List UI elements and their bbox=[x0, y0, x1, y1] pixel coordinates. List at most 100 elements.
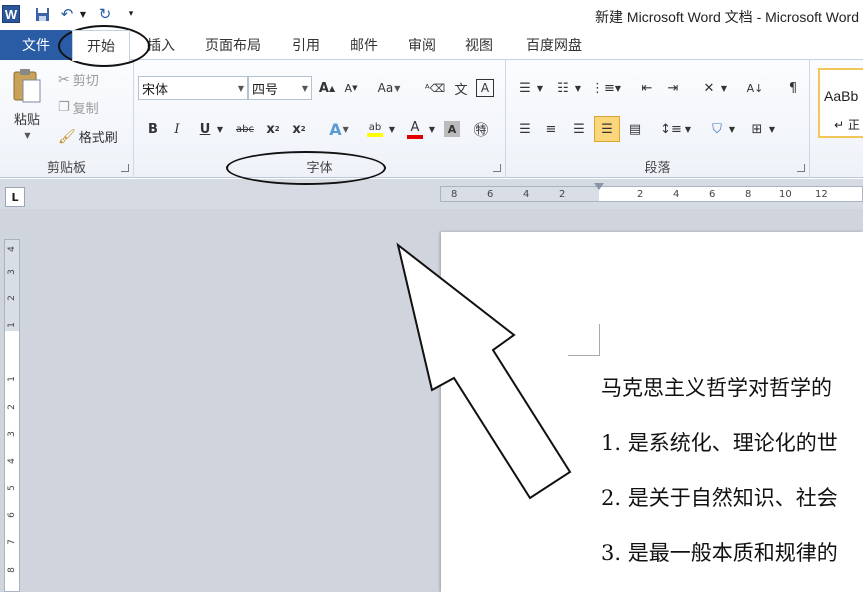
copy-button[interactable]: ❐ 复制 bbox=[58, 98, 99, 117]
font-color-dropdown-icon[interactable]: ▼ bbox=[426, 118, 438, 140]
font-launcher-icon[interactable] bbox=[493, 164, 501, 172]
clipboard-group: 粘贴 ▼ ✂ 剪切 ❐ 复制 🖌 格式刷 剪贴板 bbox=[0, 60, 134, 178]
align-left-icon[interactable]: ☰ bbox=[514, 118, 536, 140]
paste-dropdown-icon[interactable]: ▼ bbox=[24, 131, 30, 140]
numbering-dropdown-icon[interactable]: ▼ bbox=[572, 77, 584, 99]
underline-dropdown-icon[interactable]: ▼ bbox=[214, 118, 226, 140]
font-size-value: 四号 bbox=[252, 82, 279, 98]
ruler-tick: 6 bbox=[487, 189, 494, 200]
increase-indent-icon[interactable]: ⇥ bbox=[662, 77, 684, 99]
font-name-combo[interactable]: 宋体 ▼ bbox=[138, 76, 248, 100]
ruler-tick: 8 bbox=[451, 189, 458, 200]
line-spacing-icon[interactable]: ↕≡ bbox=[660, 118, 682, 140]
undo-icon[interactable]: ↶ bbox=[58, 4, 76, 24]
undo-dropdown-icon[interactable]: ▼ bbox=[78, 4, 88, 24]
numbering-icon[interactable]: ☷ bbox=[552, 77, 574, 99]
subscript-icon[interactable]: x2 bbox=[262, 118, 284, 140]
enclose-characters-icon[interactable]: ㊕ bbox=[470, 118, 492, 140]
tab-baidu-netdisk[interactable]: 百度网盘 bbox=[514, 30, 594, 60]
multilevel-list-icon[interactable]: ⋮≡ bbox=[591, 77, 615, 99]
redo-icon[interactable]: ↻ bbox=[96, 4, 114, 24]
paragraph-launcher-icon[interactable] bbox=[797, 164, 805, 172]
paste-icon bbox=[13, 69, 41, 103]
underline-icon[interactable]: U bbox=[194, 118, 216, 140]
font-name-value: 宋体 bbox=[142, 82, 169, 98]
grow-font-icon[interactable]: A ▲ bbox=[316, 77, 338, 99]
document-line[interactable]: 3. 是最一般本质和规律的 bbox=[601, 537, 838, 567]
document-line[interactable]: 2. 是关于自然知识、社会 bbox=[601, 482, 838, 512]
character-border-icon[interactable]: A bbox=[476, 79, 494, 97]
font-color-icon[interactable]: A bbox=[404, 118, 426, 140]
clipboard-launcher-icon[interactable] bbox=[121, 164, 129, 172]
justify-icon[interactable]: ☰ bbox=[594, 116, 620, 142]
superscript-icon[interactable]: x2 bbox=[288, 118, 310, 140]
font-size-combo[interactable]: 四号 ▼ bbox=[248, 76, 312, 100]
font-size-dropdown-icon[interactable]: ▼ bbox=[302, 84, 308, 93]
save-icon[interactable] bbox=[33, 4, 51, 24]
styles-group: AaBb ↵ 正 bbox=[812, 60, 863, 178]
ruler-tick: 5 bbox=[7, 485, 17, 491]
ruler-tick: 3 bbox=[7, 431, 17, 437]
chinese-layout-dropdown-icon[interactable]: ▼ bbox=[718, 77, 730, 99]
word-app-icon[interactable]: W bbox=[2, 5, 20, 23]
bold-icon[interactable]: B bbox=[142, 118, 164, 140]
tab-mailings[interactable]: 邮件 bbox=[341, 30, 387, 60]
show-marks-icon[interactable]: ¶ bbox=[782, 77, 804, 99]
font-color-bar bbox=[407, 134, 423, 139]
ruler-tick: 12 bbox=[815, 189, 828, 200]
document-line[interactable]: 1. 是系统化、理论化的世 bbox=[601, 427, 838, 457]
chinese-layout-icon[interactable]: ✕ bbox=[698, 77, 720, 99]
shading-icon[interactable]: ⛉ bbox=[706, 118, 728, 140]
align-right-icon[interactable]: ☰ bbox=[568, 118, 590, 140]
tab-file[interactable]: 文件 bbox=[0, 30, 72, 60]
borders-dropdown-icon[interactable]: ▼ bbox=[766, 118, 778, 140]
line-spacing-dropdown-icon[interactable]: ▼ bbox=[682, 118, 694, 140]
shading-dropdown-icon[interactable]: ▼ bbox=[726, 118, 738, 140]
distributed-icon[interactable]: ▤ bbox=[624, 118, 646, 140]
shrink-font-icon[interactable]: A ▼ bbox=[340, 77, 362, 99]
vertical-ruler[interactable]: 4 3 2 1 1 2 3 4 5 6 7 8 bbox=[4, 239, 20, 592]
ruler-tick: 3 bbox=[7, 269, 17, 275]
horizontal-ruler[interactable]: 8 6 4 2 2 4 6 8 10 12 bbox=[440, 183, 863, 202]
ruler-tick: 6 bbox=[7, 512, 17, 518]
font-name-dropdown-icon[interactable]: ▼ bbox=[238, 84, 244, 93]
cut-button[interactable]: ✂ 剪切 bbox=[58, 70, 99, 90]
bullets-dropdown-icon[interactable]: ▼ bbox=[534, 77, 546, 99]
style-normal-card[interactable]: AaBb ↵ 正 bbox=[818, 68, 863, 138]
bullets-icon[interactable]: ☰ bbox=[514, 77, 536, 99]
paste-button[interactable]: 粘贴 ▼ bbox=[6, 68, 48, 146]
customize-qat-icon[interactable]: ▾ bbox=[124, 4, 138, 24]
tab-page-layout[interactable]: 页面布局 bbox=[196, 30, 270, 60]
tab-view[interactable]: 视图 bbox=[456, 30, 502, 60]
change-case-icon[interactable]: Aa ▼ bbox=[378, 77, 401, 99]
style-name: ↵ 正 bbox=[834, 118, 860, 132]
cut-label: 剪切 bbox=[72, 74, 99, 89]
highlight-icon[interactable]: ab bbox=[364, 118, 386, 140]
align-center-icon[interactable]: ≡ bbox=[540, 118, 562, 140]
tab-stop-selector[interactable]: L bbox=[5, 187, 25, 207]
sort-icon[interactable]: A↓ bbox=[744, 77, 766, 99]
highlight-dropdown-icon[interactable]: ▼ bbox=[386, 118, 398, 140]
tab-insert[interactable]: 插入 bbox=[140, 30, 182, 60]
multilevel-dropdown-icon[interactable]: ▼ bbox=[612, 77, 624, 99]
tab-review[interactable]: 审阅 bbox=[399, 30, 445, 60]
clear-formatting-icon[interactable]: ᴬ⌫ bbox=[424, 77, 446, 99]
tab-home[interactable]: 开始 bbox=[72, 30, 130, 61]
document-line[interactable]: 马克思主义哲学对哲学的 bbox=[601, 372, 832, 402]
character-shading-icon[interactable]: A bbox=[444, 121, 460, 137]
strikethrough-icon[interactable]: abc bbox=[234, 118, 256, 140]
ribbon-tabs: 文件 开始 插入 页面布局 引用 邮件 审阅 视图 百度网盘 bbox=[0, 30, 863, 61]
paste-label: 粘贴 bbox=[13, 113, 40, 128]
ruler-tick: 4 bbox=[7, 458, 17, 464]
phonetic-guide-icon[interactable]: 文 bbox=[450, 77, 472, 99]
font-group: 宋体 ▼ 四号 ▼ A ▲ A ▼ Aa ▼ ᴬ⌫ 文 A B I U ▼ abc x… bbox=[134, 60, 506, 178]
text-effects-icon[interactable]: A ▼ bbox=[328, 118, 350, 140]
borders-icon[interactable]: ⊞ bbox=[746, 118, 768, 140]
ruler-tick: 4 bbox=[523, 189, 530, 200]
indent-marker[interactable] bbox=[594, 183, 604, 190]
ruler-tick: 8 bbox=[745, 189, 752, 200]
format-painter-button[interactable]: 🖌 格式刷 bbox=[58, 127, 118, 147]
tab-references[interactable]: 引用 bbox=[282, 30, 330, 60]
decrease-indent-icon[interactable]: ⇤ bbox=[636, 77, 658, 99]
italic-icon[interactable]: I bbox=[166, 118, 188, 140]
